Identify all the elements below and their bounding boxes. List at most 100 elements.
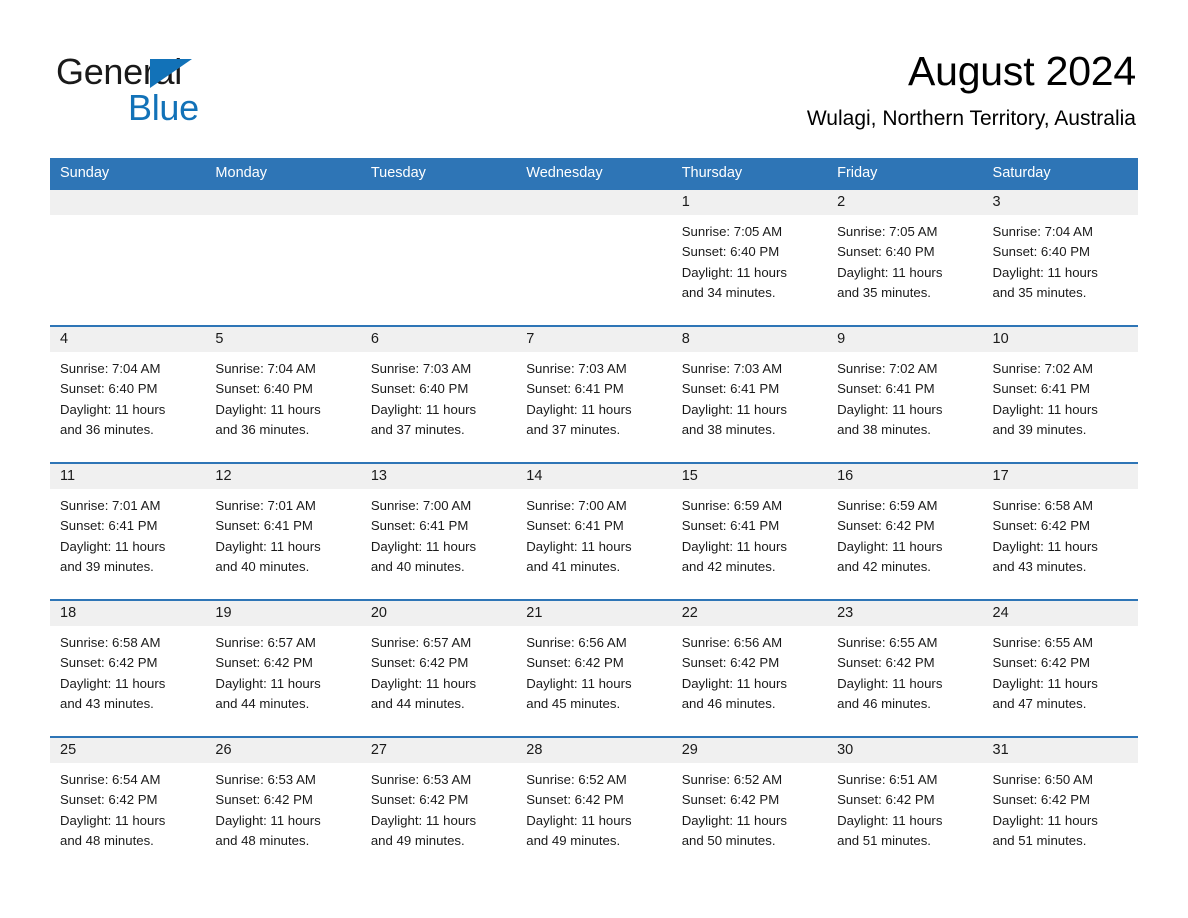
sunrise-text: Sunrise: 6:50 AM — [992, 772, 1093, 787]
day-number[interactable]: 9 — [827, 327, 982, 352]
sunrise-text: Sunrise: 7:01 AM — [215, 498, 316, 513]
daylight-text-line2: and 51 minutes. — [837, 832, 931, 848]
day-cell[interactable]: Sunrise: 7:02 AM Sunset: 6:41 PM Dayligh… — [827, 352, 982, 462]
day-cell[interactable]: Sunrise: 6:56 AM Sunset: 6:42 PM Dayligh… — [672, 626, 827, 736]
day-number[interactable]: 14 — [516, 464, 671, 489]
week-info-band: Sunrise: 7:04 AM Sunset: 6:40 PM Dayligh… — [50, 352, 1138, 462]
day-cell[interactable]: Sunrise: 7:01 AM Sunset: 6:41 PM Dayligh… — [205, 489, 360, 599]
day-number[interactable]: 17 — [983, 464, 1138, 489]
day-number[interactable]: 22 — [672, 601, 827, 626]
sunrise-text: Sunrise: 6:58 AM — [992, 498, 1093, 513]
day-number[interactable]: 16 — [827, 464, 982, 489]
day-number[interactable]: 30 — [827, 738, 982, 763]
day-number[interactable]: 10 — [983, 327, 1138, 352]
day-number[interactable]: 13 — [361, 464, 516, 489]
day-cell[interactable]: Sunrise: 6:52 AM Sunset: 6:42 PM Dayligh… — [672, 763, 827, 873]
day-cell[interactable]: Sunrise: 6:59 AM Sunset: 6:42 PM Dayligh… — [827, 489, 982, 599]
location-subtitle: Wulagi, Northern Territory, Australia — [806, 107, 1136, 130]
day-number[interactable]: 1 — [672, 190, 827, 215]
day-number[interactable]: 3 — [983, 190, 1138, 215]
day-cell[interactable]: Sunrise: 6:57 AM Sunset: 6:42 PM Dayligh… — [361, 626, 516, 736]
day-cell[interactable] — [205, 215, 360, 325]
day-cell[interactable]: Sunrise: 7:05 AM Sunset: 6:40 PM Dayligh… — [672, 215, 827, 325]
day-cell[interactable]: Sunrise: 6:52 AM Sunset: 6:42 PM Dayligh… — [516, 763, 671, 873]
sunset-text: Sunset: 6:41 PM — [526, 381, 624, 397]
day-number[interactable] — [205, 190, 360, 215]
day-cell[interactable]: Sunrise: 7:03 AM Sunset: 6:41 PM Dayligh… — [516, 352, 671, 462]
day-cell[interactable]: Sunrise: 6:56 AM Sunset: 6:42 PM Dayligh… — [516, 626, 671, 736]
daylight-text-line2: and 42 minutes. — [681, 558, 776, 574]
day-cell[interactable]: Sunrise: 6:55 AM Sunset: 6:42 PM Dayligh… — [827, 626, 982, 736]
week-row: 25 26 27 28 29 30 31 Sunrise: 6:54 AM Su… — [50, 736, 1138, 873]
day-number[interactable]: 15 — [672, 464, 827, 489]
day-cell[interactable] — [361, 215, 516, 325]
day-number[interactable]: 29 — [672, 738, 827, 763]
day-number[interactable]: 31 — [983, 738, 1138, 763]
day-number[interactable] — [516, 190, 671, 215]
week-date-band: 25 26 27 28 29 30 31 — [50, 738, 1138, 763]
day-cell[interactable]: Sunrise: 7:01 AM Sunset: 6:41 PM Dayligh… — [50, 489, 205, 599]
day-number[interactable]: 5 — [205, 327, 360, 352]
day-number[interactable]: 25 — [50, 738, 205, 763]
week-date-band: 18 19 20 21 22 23 24 — [50, 601, 1138, 626]
daylight-text-line2: and 43 minutes. — [992, 558, 1087, 574]
daylight-text-line2: and 38 minutes. — [837, 421, 931, 437]
daylight-text-line2: and 46 minutes. — [681, 695, 776, 711]
day-cell[interactable]: Sunrise: 6:57 AM Sunset: 6:42 PM Dayligh… — [205, 626, 360, 736]
day-cell[interactable]: Sunrise: 6:55 AM Sunset: 6:42 PM Dayligh… — [983, 626, 1138, 736]
daylight-text-line1: Daylight: 11 hours — [60, 675, 166, 691]
day-cell[interactable]: Sunrise: 6:54 AM Sunset: 6:42 PM Dayligh… — [50, 763, 205, 873]
day-cell[interactable]: Sunrise: 6:58 AM Sunset: 6:42 PM Dayligh… — [983, 489, 1138, 599]
day-number[interactable]: 28 — [516, 738, 671, 763]
daylight-text-line2: and 46 minutes. — [837, 695, 931, 711]
day-number[interactable]: 26 — [205, 738, 360, 763]
day-cell[interactable]: Sunrise: 6:58 AM Sunset: 6:42 PM Dayligh… — [50, 626, 205, 736]
daylight-text-line1: Daylight: 11 hours — [681, 264, 787, 280]
sunset-text: Sunset: 6:42 PM — [837, 655, 935, 671]
day-cell[interactable]: Sunrise: 7:03 AM Sunset: 6:41 PM Dayligh… — [672, 352, 827, 462]
sunset-text: Sunset: 6:41 PM — [992, 381, 1091, 397]
day-number[interactable]: 12 — [205, 464, 360, 489]
day-cell[interactable]: Sunrise: 7:03 AM Sunset: 6:40 PM Dayligh… — [361, 352, 516, 462]
day-number[interactable]: 19 — [205, 601, 360, 626]
day-cell[interactable]: Sunrise: 7:02 AM Sunset: 6:41 PM Dayligh… — [983, 352, 1138, 462]
day-cell[interactable]: Sunrise: 6:59 AM Sunset: 6:41 PM Dayligh… — [672, 489, 827, 599]
day-number[interactable]: 7 — [516, 327, 671, 352]
week-info-band: Sunrise: 6:58 AM Sunset: 6:42 PM Dayligh… — [50, 626, 1138, 736]
day-number[interactable]: 4 — [50, 327, 205, 352]
day-number[interactable]: 6 — [361, 327, 516, 352]
day-cell[interactable] — [50, 215, 205, 325]
day-number[interactable] — [361, 190, 516, 215]
sunrise-text: Sunrise: 6:56 AM — [681, 635, 783, 650]
daylight-text-line1: Daylight: 11 hours — [526, 401, 632, 417]
day-cell[interactable]: Sunrise: 6:53 AM Sunset: 6:42 PM Dayligh… — [361, 763, 516, 873]
day-cell[interactable]: Sunrise: 7:00 AM Sunset: 6:41 PM Dayligh… — [361, 489, 516, 599]
week-info-band: Sunrise: 7:05 AM Sunset: 6:40 PM Dayligh… — [50, 215, 1138, 325]
day-number[interactable]: 18 — [50, 601, 205, 626]
day-number[interactable]: 20 — [361, 601, 516, 626]
daylight-text-line2: and 37 minutes. — [526, 421, 621, 437]
day-cell[interactable]: Sunrise: 6:50 AM Sunset: 6:42 PM Dayligh… — [983, 763, 1138, 873]
day-number[interactable]: 27 — [361, 738, 516, 763]
day-number[interactable]: 2 — [827, 190, 982, 215]
day-number[interactable]: 21 — [516, 601, 671, 626]
day-number[interactable]: 23 — [827, 601, 982, 626]
day-cell[interactable]: Sunrise: 6:51 AM Sunset: 6:42 PM Dayligh… — [827, 763, 982, 873]
day-number[interactable]: 11 — [50, 464, 205, 489]
daylight-text-line1: Daylight: 11 hours — [992, 538, 1098, 554]
daylight-text-line1: Daylight: 11 hours — [215, 812, 321, 828]
daylight-text-line1: Daylight: 11 hours — [992, 264, 1098, 280]
day-cell[interactable]: Sunrise: 7:04 AM Sunset: 6:40 PM Dayligh… — [983, 215, 1138, 325]
sunset-text: Sunset: 6:41 PM — [681, 381, 780, 397]
day-cell[interactable]: Sunrise: 6:53 AM Sunset: 6:42 PM Dayligh… — [205, 763, 360, 873]
day-number[interactable]: 8 — [672, 327, 827, 352]
day-cell[interactable]: Sunrise: 7:04 AM Sunset: 6:40 PM Dayligh… — [50, 352, 205, 462]
day-cell[interactable]: Sunrise: 7:04 AM Sunset: 6:40 PM Dayligh… — [205, 352, 360, 462]
day-cell[interactable] — [516, 215, 671, 325]
day-number[interactable]: 24 — [983, 601, 1138, 626]
day-cell[interactable]: Sunrise: 7:00 AM Sunset: 6:41 PM Dayligh… — [516, 489, 671, 599]
general-blue-logo[interactable]: General Blue — [56, 52, 316, 130]
day-number[interactable] — [50, 190, 205, 215]
weekday-header-thursday: Thursday — [681, 165, 743, 181]
day-cell[interactable]: Sunrise: 7:05 AM Sunset: 6:40 PM Dayligh… — [827, 215, 982, 325]
